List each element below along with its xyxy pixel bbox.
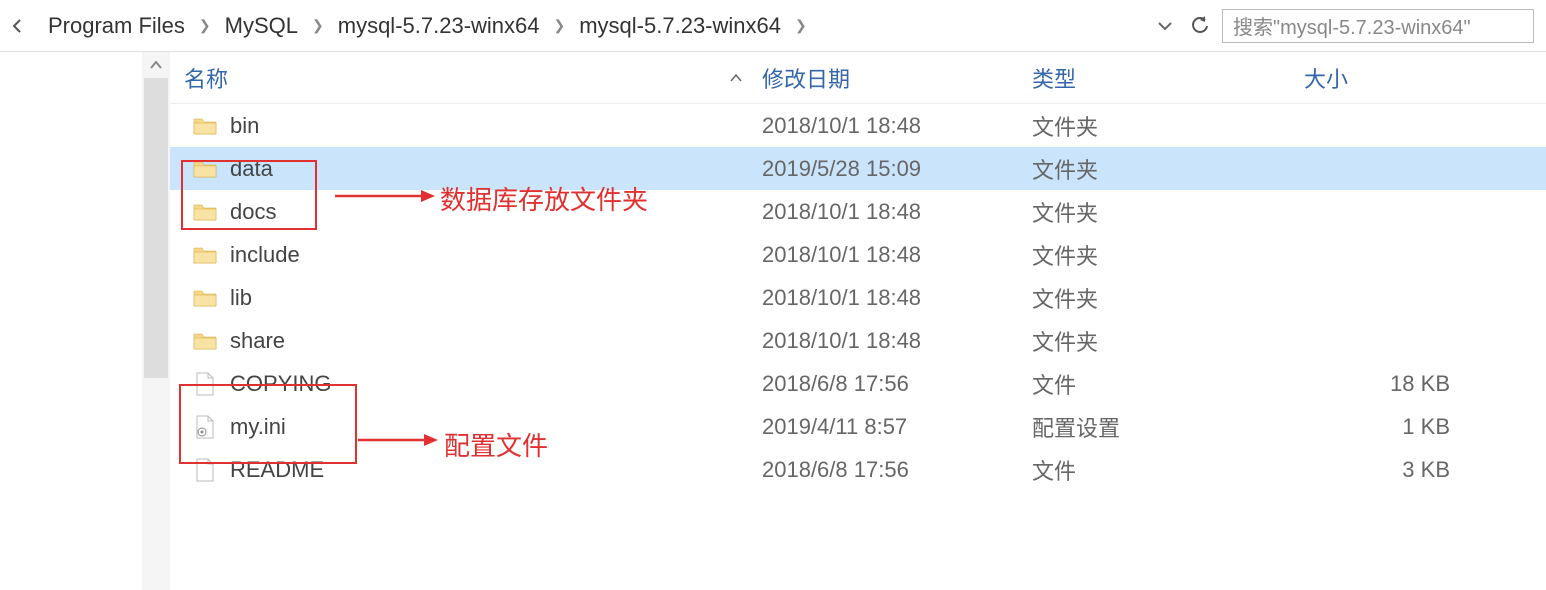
file-icon xyxy=(192,371,218,397)
breadcrumb: Program Files ❯ MySQL ❯ mysql-5.7.23-win… xyxy=(32,9,1152,43)
chevron-right-icon[interactable]: ❯ xyxy=(548,17,572,34)
chevron-right-icon[interactable]: ❯ xyxy=(306,17,330,34)
refresh-button[interactable] xyxy=(1186,12,1214,40)
file-date-cell: 2018/6/8 17:56 xyxy=(762,371,1032,397)
scroll-up-button[interactable] xyxy=(142,52,170,78)
file-row[interactable]: share 2018/10/1 18:48文件夹 xyxy=(170,319,1546,362)
file-name-cell: bin xyxy=(170,113,762,139)
file-row[interactable]: bin 2018/10/1 18:48文件夹 xyxy=(170,104,1546,147)
file-icon xyxy=(192,457,218,483)
file-date-cell: 2018/10/1 18:48 xyxy=(762,113,1032,139)
file-date-cell: 2018/10/1 18:48 xyxy=(762,285,1032,311)
file-name: include xyxy=(230,242,300,268)
breadcrumb-item[interactable]: MySQL xyxy=(217,9,306,43)
folder-icon xyxy=(192,156,218,182)
file-name-cell: lib xyxy=(170,285,762,311)
scrollbar-thumb[interactable] xyxy=(144,78,168,378)
file-type-cell: 文件夹 xyxy=(1032,153,1304,185)
file-list: 名称 修改日期 类型 大小 bin2018/10/1 18:48文件夹data2… xyxy=(170,52,1546,590)
file-type-cell: 配置设置 xyxy=(1032,411,1304,443)
folder-icon xyxy=(192,285,218,311)
content-area: 名称 修改日期 类型 大小 bin2018/10/1 18:48文件夹data2… xyxy=(0,52,1546,590)
folder-icon xyxy=(192,199,218,225)
file-type-cell: 文件夹 xyxy=(1032,196,1304,228)
file-date-cell: 2019/4/11 8:57 xyxy=(762,414,1032,440)
file-date-cell: 2018/6/8 17:56 xyxy=(762,457,1032,483)
column-header-date[interactable]: 修改日期 xyxy=(762,62,1032,94)
file-type-cell: 文件夹 xyxy=(1032,110,1304,142)
column-headers: 名称 修改日期 类型 大小 xyxy=(170,52,1546,104)
sort-indicator-icon xyxy=(730,71,742,85)
file-name-cell: include xyxy=(170,242,762,268)
file-name: my.ini xyxy=(230,414,286,440)
file-row[interactable]: data 2019/5/28 15:09文件夹 xyxy=(170,147,1546,190)
file-name: share xyxy=(230,328,285,354)
file-size-cell: 18 KB xyxy=(1304,371,1474,397)
file-name-cell: docs xyxy=(170,199,762,225)
file-type-cell: 文件夹 xyxy=(1032,239,1304,271)
nav-pane-edge xyxy=(0,52,170,590)
file-row[interactable]: COPYING 2018/6/8 17:56文件18 KB xyxy=(170,362,1546,405)
settings-file-icon xyxy=(192,414,218,440)
file-name-cell: data xyxy=(170,156,762,182)
file-name-cell: my.ini xyxy=(170,414,762,440)
file-name: docs xyxy=(230,199,276,225)
file-size-cell: 1 KB xyxy=(1304,414,1474,440)
file-date-cell: 2018/10/1 18:48 xyxy=(762,242,1032,268)
file-size-cell: 3 KB xyxy=(1304,457,1474,483)
file-type-cell: 文件夹 xyxy=(1032,325,1304,357)
file-row[interactable]: lib 2018/10/1 18:48文件夹 xyxy=(170,276,1546,319)
file-type-cell: 文件 xyxy=(1032,368,1304,400)
column-header-size[interactable]: 大小 xyxy=(1304,62,1474,94)
scrollbar-track[interactable] xyxy=(142,52,170,590)
column-header-type[interactable]: 类型 xyxy=(1032,62,1304,94)
folder-icon xyxy=(192,242,218,268)
address-toolbar: Program Files ❯ MySQL ❯ mysql-5.7.23-win… xyxy=(0,0,1546,52)
file-name: lib xyxy=(230,285,252,311)
folder-icon xyxy=(192,113,218,139)
breadcrumb-item[interactable]: Program Files xyxy=(40,9,193,43)
file-name: README xyxy=(230,457,324,483)
file-date-cell: 2018/10/1 18:48 xyxy=(762,328,1032,354)
chevron-right-icon[interactable]: ❯ xyxy=(789,17,813,34)
file-name-cell: README xyxy=(170,457,762,483)
file-row[interactable]: docs 2018/10/1 18:48文件夹 xyxy=(170,190,1546,233)
search-placeholder: 搜索"mysql-5.7.23-winx64" xyxy=(1233,11,1471,40)
breadcrumb-item[interactable]: mysql-5.7.23-winx64 xyxy=(330,9,548,43)
file-date-cell: 2018/10/1 18:48 xyxy=(762,199,1032,225)
back-button[interactable] xyxy=(4,12,32,40)
column-header-name[interactable]: 名称 xyxy=(170,62,762,94)
search-input[interactable]: 搜索"mysql-5.7.23-winx64" xyxy=(1222,9,1534,43)
file-name: data xyxy=(230,156,273,182)
file-name-cell: share xyxy=(170,328,762,354)
file-date-cell: 2019/5/28 15:09 xyxy=(762,156,1032,182)
folder-icon xyxy=(192,328,218,354)
file-type-cell: 文件夹 xyxy=(1032,282,1304,314)
breadcrumb-item[interactable]: mysql-5.7.23-winx64 xyxy=(571,9,789,43)
file-row[interactable]: README 2018/6/8 17:56文件3 KB xyxy=(170,448,1546,491)
history-dropdown[interactable] xyxy=(1152,13,1178,39)
file-row[interactable]: my.ini 2019/4/11 8:57配置设置1 KB xyxy=(170,405,1546,448)
file-name-cell: COPYING xyxy=(170,371,762,397)
file-name: bin xyxy=(230,113,259,139)
file-row[interactable]: include 2018/10/1 18:48文件夹 xyxy=(170,233,1546,276)
file-type-cell: 文件 xyxy=(1032,454,1304,486)
file-name: COPYING xyxy=(230,371,331,397)
chevron-right-icon[interactable]: ❯ xyxy=(193,17,217,34)
